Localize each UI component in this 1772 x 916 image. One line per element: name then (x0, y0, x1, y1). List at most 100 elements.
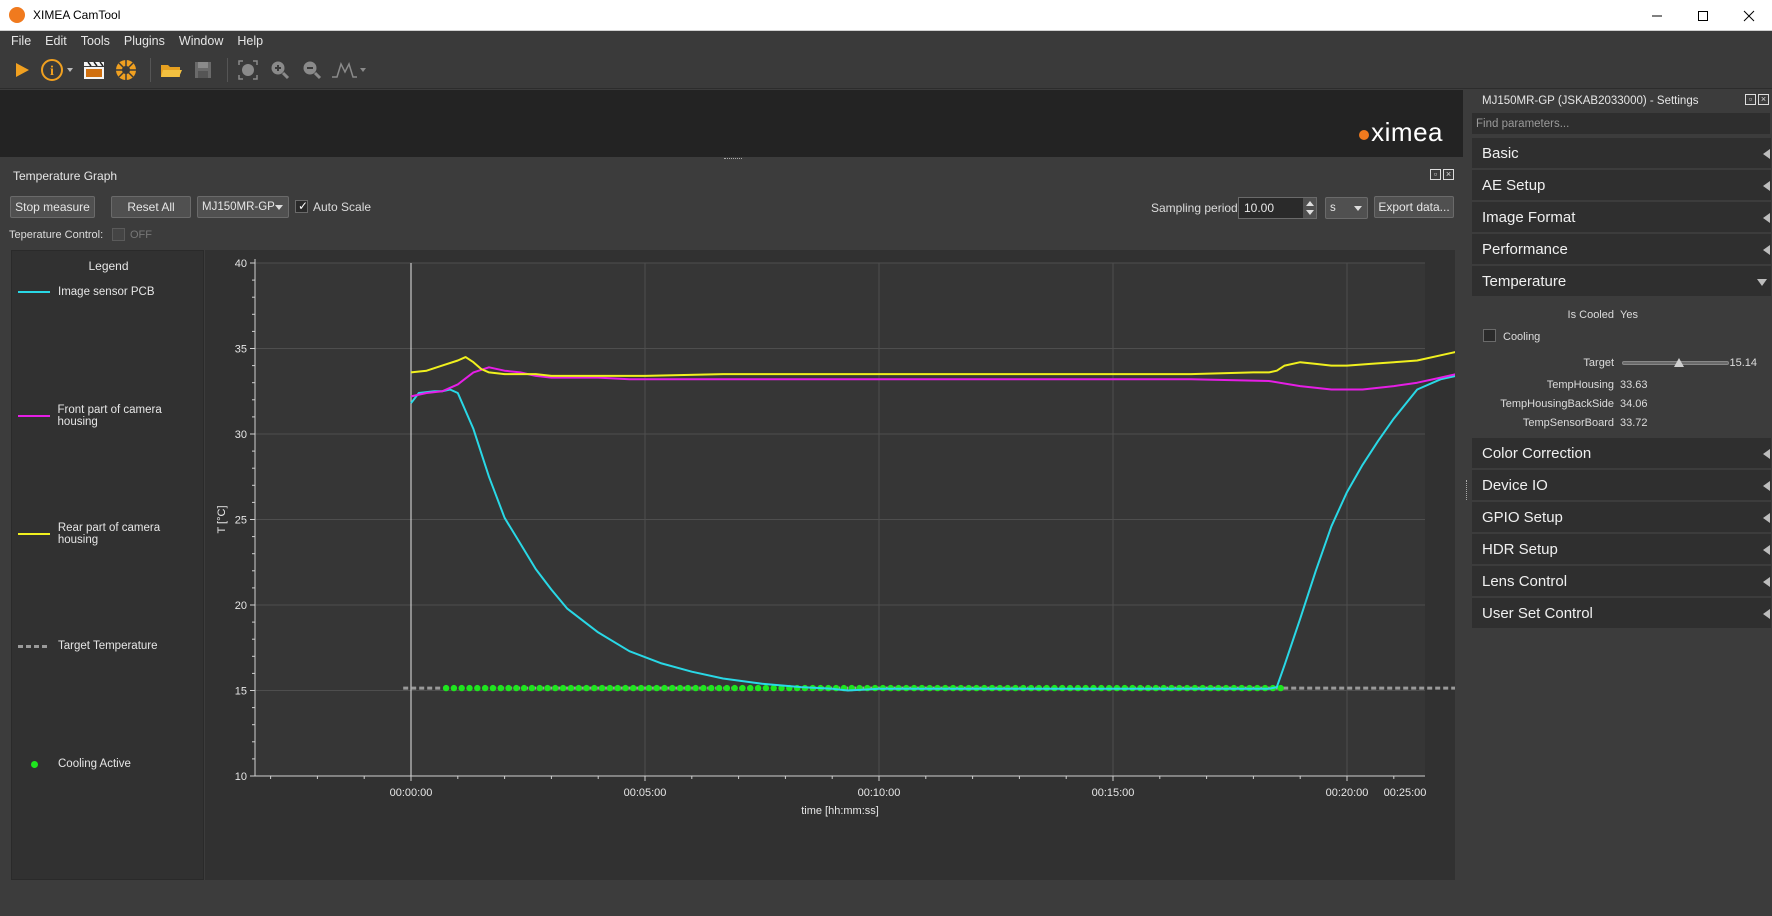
maximize-button[interactable] (1680, 0, 1726, 31)
section-temperature[interactable]: Temperature (1472, 266, 1771, 297)
cooling-active-dot (520, 684, 528, 692)
spin-down-icon (1306, 210, 1314, 215)
chevron-down-icon (1354, 206, 1362, 211)
snapshot-button[interactable] (112, 56, 140, 84)
toolbar-separator (227, 57, 228, 82)
cooling-active-dot (653, 684, 660, 692)
cooling-active-dot (731, 684, 738, 692)
slider-handle[interactable] (1673, 358, 1684, 367)
target-label: Target (1583, 357, 1614, 369)
sampling-period-input[interactable]: 10.00 (1238, 197, 1317, 219)
menu-tools[interactable]: Tools (74, 34, 117, 48)
auto-scale-label: Auto Scale (313, 200, 372, 214)
sampling-unit-value: s (1330, 202, 1336, 214)
save-button[interactable] (189, 56, 217, 84)
cooling-active-dot (474, 684, 481, 692)
cooling-checkbox[interactable] (1483, 329, 1496, 342)
play-button[interactable] (8, 56, 36, 84)
cooling-active-dot (739, 684, 746, 692)
section-performance[interactable]: Performance (1472, 234, 1771, 265)
cooling-active-dot (762, 684, 770, 692)
cooling-active-dot (583, 684, 590, 692)
horizontal-splitter[interactable] (0, 157, 1463, 162)
zoom-in-icon (271, 61, 290, 79)
menu-window[interactable]: Window (172, 34, 230, 48)
cooling-active-dot (513, 684, 520, 692)
aperture-icon (116, 59, 136, 80)
camera-select-value: MJ150MR-GP (202, 201, 275, 213)
legend-swatch-cyan (18, 291, 50, 293)
section-device-io[interactable]: Device IO (1472, 470, 1771, 501)
section-color-correction[interactable]: Color Correction (1472, 438, 1771, 469)
info-icon: i (41, 58, 73, 81)
minimize-button[interactable] (1634, 0, 1680, 31)
expand-arrow-icon (1763, 545, 1770, 555)
section-lens-control[interactable]: Lens Control (1472, 566, 1771, 597)
close-button[interactable] (1726, 0, 1772, 31)
info-button[interactable]: i (40, 56, 76, 84)
camera-select[interactable]: MJ150MR-GP (197, 196, 289, 218)
zoom-in-button[interactable] (266, 56, 294, 84)
sampling-period-label: Sampling period: (1151, 201, 1242, 215)
menu-file[interactable]: File (4, 34, 38, 48)
cooling-label: Cooling (1503, 331, 1541, 343)
sampling-unit-select[interactable]: s (1325, 197, 1368, 219)
menu-plugins[interactable]: Plugins (117, 34, 172, 48)
cooling-active-dot (754, 684, 762, 692)
temperature-control-state: OFF (130, 229, 152, 241)
toolbar: i (0, 51, 1772, 89)
spin-arrows[interactable] (1303, 198, 1316, 218)
cooling-active-dot (552, 684, 559, 692)
export-data-button[interactable]: Export data... (1374, 196, 1454, 218)
x-tick-label: 00:05:00 (624, 787, 667, 799)
cooling-active-dot (606, 684, 614, 692)
section-hdr-setup[interactable]: HDR Setup (1472, 534, 1771, 565)
param-label-temphousingbackside: TempHousingBackSide (1500, 398, 1614, 410)
legend-label: Image sensor PCB (58, 286, 155, 298)
find-parameters-input[interactable]: Find parameters... (1472, 113, 1770, 134)
undock-button[interactable]: ▫ (1430, 169, 1441, 180)
x-tick-label: 00:00:00 (390, 787, 433, 799)
temperature-chart: 10 15 20 25 30 35 40 00:00:00 00:05:00 00:10:00 00… (205, 250, 1455, 880)
open-button[interactable] (157, 56, 185, 84)
settings-undock-button[interactable]: ▫ (1745, 94, 1756, 105)
zoom-fit-icon (238, 59, 258, 80)
reset-all-button[interactable]: Reset All (111, 196, 191, 218)
param-label-tempsensorboard: TempSensorBoard (1522, 417, 1614, 429)
zoom-out-button[interactable] (298, 56, 326, 84)
legend-swatch-yellow (18, 533, 50, 535)
menu-help[interactable]: Help (230, 34, 270, 48)
zoom-fit-button[interactable] (234, 56, 262, 84)
section-ae-setup[interactable]: AE Setup (1472, 170, 1771, 201)
section-basic[interactable]: Basic (1472, 138, 1771, 169)
cooling-active-dot (684, 684, 692, 692)
section-label: Basic (1482, 145, 1519, 162)
y-tick-label: 35 (235, 344, 247, 356)
settings-close-button[interactable]: × (1758, 94, 1769, 105)
y-tick-label: 30 (235, 429, 247, 441)
section-user-set-control[interactable]: User Set Control (1472, 598, 1771, 629)
stop-measure-button[interactable]: Stop measure (10, 196, 95, 218)
cooling-active-dot (466, 684, 473, 692)
menu-edit[interactable]: Edit (38, 34, 74, 48)
save-icon (195, 61, 211, 78)
section-label: Image Format (1482, 209, 1576, 226)
cooling-active-dot (676, 684, 684, 692)
close-icon (1743, 10, 1755, 21)
panel-close-button[interactable]: × (1443, 169, 1454, 180)
section-label: HDR Setup (1482, 541, 1558, 558)
settings-title-buttons: ▫ × (1745, 94, 1769, 105)
section-label: Color Correction (1482, 445, 1592, 462)
section-gpio-setup[interactable]: GPIO Setup (1472, 502, 1771, 533)
section-image-format[interactable]: Image Format (1472, 202, 1771, 233)
expand-arrow-icon (1763, 245, 1770, 255)
temperature-control-checkbox[interactable] (112, 228, 125, 241)
chevron-down-icon (275, 205, 283, 210)
auto-scale-checkbox[interactable]: ✓ (295, 199, 308, 213)
param-label-temphousing: TempHousing (1546, 379, 1614, 391)
record-button[interactable] (80, 56, 108, 84)
histogram-button[interactable] (330, 56, 370, 84)
panel-title: Temperature Graph (13, 169, 118, 183)
legend-item-image-sensor-pcb: Image sensor PCB (18, 286, 155, 298)
vertical-splitter[interactable] (1466, 480, 1468, 500)
